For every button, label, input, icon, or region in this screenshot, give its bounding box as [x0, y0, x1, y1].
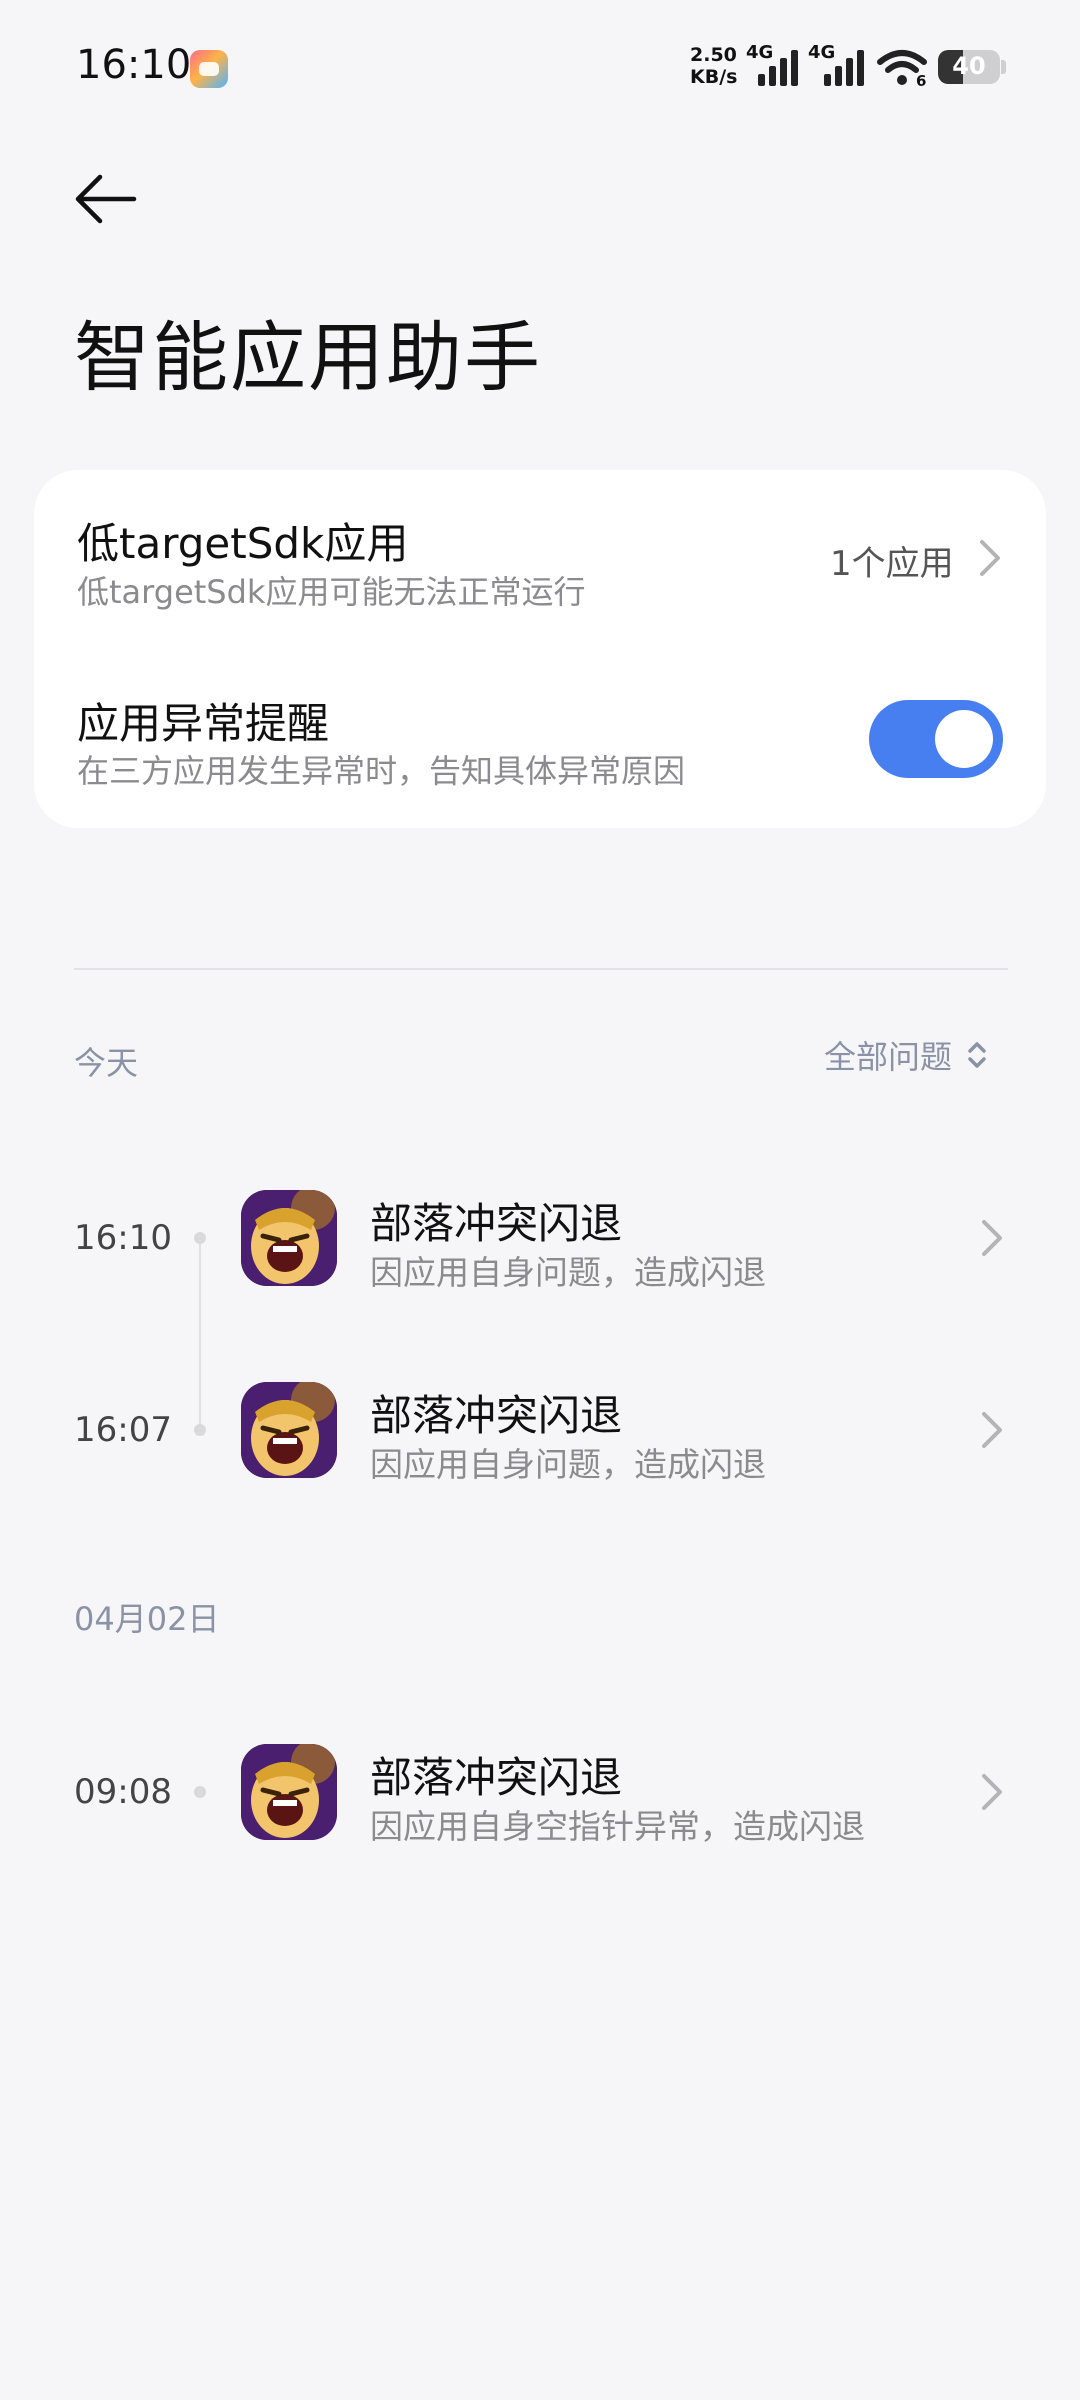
toggle-knob: [935, 710, 993, 768]
record-title: 部落冲突闪退: [370, 1391, 623, 1440]
signal-icon: [758, 50, 798, 86]
battery-tip: [1001, 60, 1006, 74]
date-header-today: 今天: [74, 1044, 139, 1082]
timeline-dot: [194, 1232, 206, 1244]
chevron-right-icon: [976, 536, 1006, 584]
timeline-dot: [194, 1424, 206, 1436]
anomaly-alert-toggle[interactable]: [869, 700, 1003, 778]
timeline-dot: [194, 1786, 206, 1798]
record-title: 部落冲突闪退: [370, 1199, 623, 1248]
battery-level: 40: [952, 52, 986, 80]
low-target-sdk-subtitle: 低targetSdk应用可能无法正常运行: [77, 573, 586, 611]
low-target-sdk-count: 1个应用: [830, 544, 954, 584]
page-title: 智能应用助手: [74, 313, 542, 402]
arrow-left-icon: [75, 174, 137, 224]
wifi-standard-label: 6: [916, 72, 927, 90]
low-target-sdk-title: 低targetSdk应用: [77, 519, 409, 568]
record-time: 16:07: [74, 1410, 172, 1450]
record-subtitle: 因应用自身问题，造成闪退: [370, 1445, 766, 1484]
clash-of-clans-app-icon: [241, 1382, 337, 1478]
network-speed-value: 2.50: [690, 44, 737, 66]
clash-of-clans-app-icon: [241, 1190, 337, 1286]
status-time: 16:10: [76, 42, 192, 88]
record-subtitle: 因应用自身问题，造成闪退: [370, 1253, 766, 1292]
anomaly-alert-title: 应用异常提醒: [77, 699, 330, 748]
record-subtitle: 因应用自身空指针异常，造成闪退: [370, 1807, 865, 1846]
section-divider: [74, 968, 1008, 970]
record-time: 09:08: [74, 1772, 172, 1812]
filter-label: 全部问题: [824, 1038, 953, 1076]
filter-dropdown[interactable]: 全部问题: [824, 1032, 988, 1078]
record-time: 16:10: [74, 1218, 172, 1258]
chevron-right-icon: [978, 1770, 1008, 1818]
network-speed-unit: KB/s: [690, 66, 738, 88]
clash-of-clans-app-icon: [241, 1744, 337, 1840]
date-header: 04月02日: [74, 1600, 220, 1638]
network-speed: 2.50 KB/s: [690, 44, 737, 88]
chevron-right-icon: [978, 1408, 1008, 1456]
gamepad-app-icon: [190, 50, 228, 88]
signal-icon: [824, 50, 864, 86]
back-button[interactable]: [70, 168, 150, 238]
anomaly-alert-subtitle: 在三方应用发生异常时，告知具体异常原因: [77, 752, 686, 790]
battery-icon: 40: [938, 50, 1000, 84]
record-title: 部落冲突闪退: [370, 1753, 623, 1802]
sort-chevron-icon: [968, 1042, 986, 1068]
chevron-right-icon: [978, 1216, 1008, 1264]
